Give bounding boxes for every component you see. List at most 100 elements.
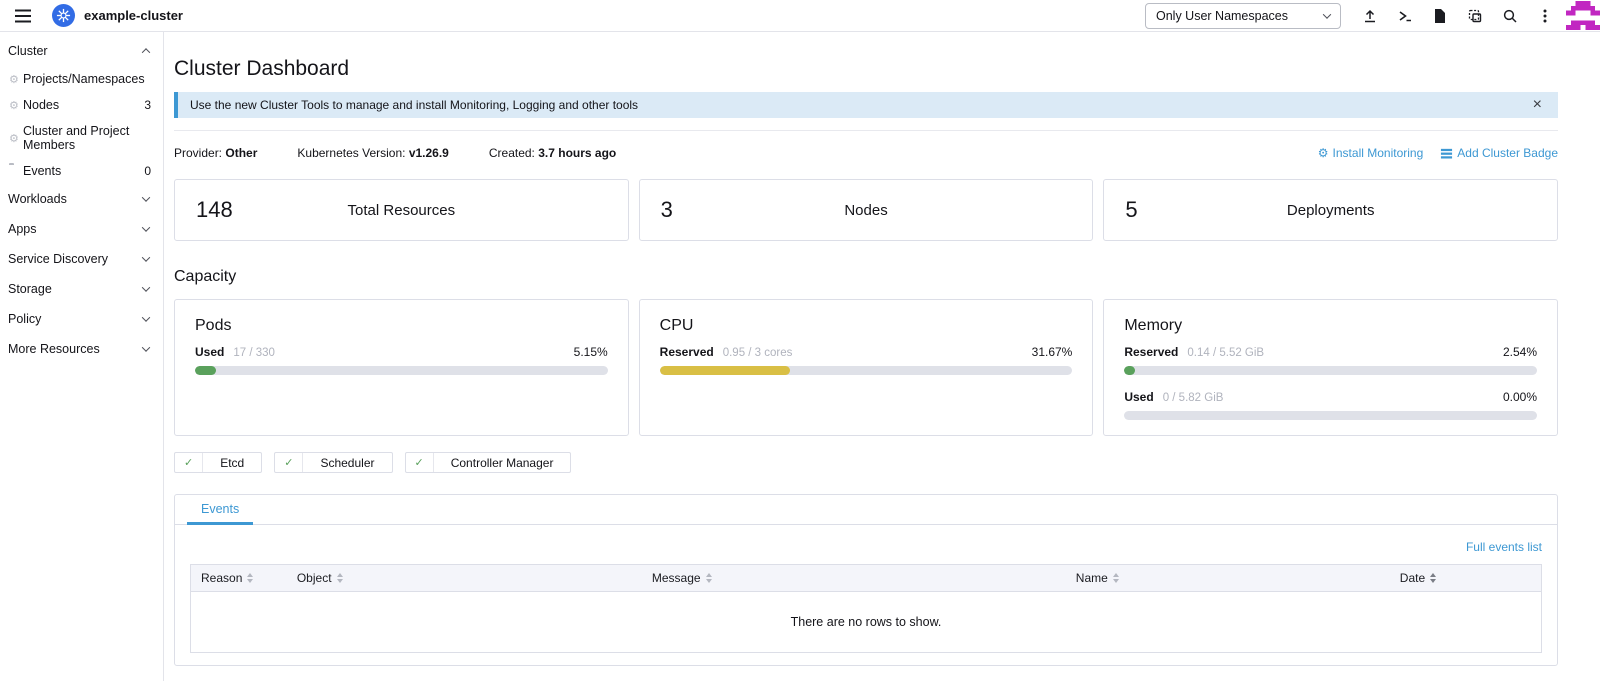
close-icon[interactable]: × bbox=[1533, 97, 1542, 113]
stat-value: 5 bbox=[1125, 197, 1137, 223]
gauge-label-row: Used 0 / 5.82 GiB 0.00% bbox=[1124, 390, 1537, 404]
check-icon: ✓ bbox=[175, 453, 203, 472]
sidebar-group-label: Apps bbox=[8, 222, 37, 236]
tab-events[interactable]: Events bbox=[187, 495, 253, 525]
status-badge-controller-manager: ✓ Controller Manager bbox=[405, 452, 572, 473]
hamburger-menu-icon[interactable] bbox=[10, 3, 36, 29]
sidebar-group-more-resources[interactable]: More Resources bbox=[0, 334, 163, 364]
events-table-header: Reason Object Message Name bbox=[191, 565, 1541, 592]
gauge-label-row: Reserved 0.14 / 5.52 GiB 2.54% bbox=[1124, 345, 1537, 359]
add-cluster-badge-link[interactable]: Add Cluster Badge bbox=[1440, 146, 1558, 160]
status-badge-scheduler: ✓ Scheduler bbox=[274, 452, 392, 473]
column-header-name[interactable]: Name bbox=[1066, 571, 1390, 585]
sort-icon bbox=[706, 573, 712, 583]
divider bbox=[174, 130, 1558, 131]
header-right: Only User Namespaces bbox=[1145, 0, 1600, 31]
events-panel-body: Full events list Reason Object Message bbox=[175, 539, 1557, 653]
stat-label: Total Resources bbox=[175, 202, 628, 219]
sidebar: Cluster ⚙ Projects/Namespaces ⚙ Nodes 3 … bbox=[0, 32, 164, 681]
top-header: example-cluster Only User Namespaces bbox=[0, 0, 1600, 32]
capacity-card-pods: Pods Used 17 / 330 5.15% bbox=[174, 299, 629, 436]
stat-label: Deployments bbox=[1104, 202, 1557, 219]
chevron-down-icon bbox=[142, 313, 150, 321]
chevron-down-icon bbox=[142, 253, 150, 261]
sidebar-item-count: 3 bbox=[144, 98, 151, 112]
page-title: Cluster Dashboard bbox=[174, 57, 1558, 81]
namespace-filter-dropdown[interactable]: Only User Namespaces bbox=[1145, 3, 1341, 29]
download-kubeconfig-icon[interactable] bbox=[1427, 3, 1453, 29]
search-icon[interactable] bbox=[1497, 3, 1523, 29]
created-meta: Created: 3.7 hours ago bbox=[489, 146, 616, 160]
gear-icon: ⚙ bbox=[1318, 147, 1329, 159]
full-events-list-link[interactable]: Full events list bbox=[1466, 540, 1542, 554]
chevron-down-icon bbox=[142, 343, 150, 351]
sidebar-group-label: Service Discovery bbox=[8, 252, 108, 266]
gear-icon: ⚙ bbox=[9, 100, 23, 111]
memory-used-bar bbox=[1124, 411, 1537, 420]
sidebar-group-storage[interactable]: Storage bbox=[0, 274, 163, 304]
capacity-card-title: Pods bbox=[195, 317, 608, 335]
badge-icon bbox=[1440, 147, 1453, 160]
copy-kubeconfig-icon[interactable] bbox=[1462, 3, 1488, 29]
namespace-filter-value: Only User Namespaces bbox=[1156, 9, 1288, 23]
check-icon: ✓ bbox=[275, 453, 303, 472]
capacity-row: Pods Used 17 / 330 5.15% CPU Reserved 0.… bbox=[174, 299, 1558, 436]
memory-reserved-bar bbox=[1124, 366, 1537, 375]
header-icon-group bbox=[1357, 3, 1558, 29]
cpu-reserved-bar bbox=[660, 366, 1073, 375]
sidebar-item-label: Events bbox=[23, 164, 61, 178]
cluster-name: example-cluster bbox=[84, 8, 183, 23]
capacity-heading: Capacity bbox=[174, 268, 1558, 286]
column-header-reason[interactable]: Reason bbox=[191, 571, 287, 585]
sidebar-item-cluster-project-members[interactable]: ⚙ Cluster and Project Members bbox=[0, 118, 163, 158]
sidebar-group-policy[interactable]: Policy bbox=[0, 304, 163, 334]
sidebar-item-nodes[interactable]: ⚙ Nodes 3 bbox=[0, 92, 163, 118]
sidebar-group-label: Cluster bbox=[8, 44, 48, 58]
stat-card-nodes: Nodes 3 bbox=[639, 179, 1094, 241]
capacity-card-title: Memory bbox=[1124, 317, 1537, 335]
import-yaml-icon[interactable] bbox=[1357, 3, 1383, 29]
stat-value: 148 bbox=[196, 197, 233, 223]
sidebar-group-label: Storage bbox=[8, 282, 52, 296]
sidebar-group-service-discovery[interactable]: Service Discovery bbox=[0, 244, 163, 274]
kebab-menu-icon[interactable] bbox=[1532, 3, 1558, 29]
folder-icon bbox=[9, 166, 23, 177]
provider-meta: Provider: Other bbox=[174, 146, 257, 160]
stat-card-total-resources: Total Resources 148 bbox=[174, 179, 629, 241]
tab-bar: Events bbox=[175, 495, 1557, 525]
sidebar-item-projects-namespaces[interactable]: ⚙ Projects/Namespaces bbox=[0, 66, 163, 92]
column-header-object[interactable]: Object bbox=[287, 571, 642, 585]
chevron-down-icon bbox=[142, 283, 150, 291]
sidebar-group-label: Workloads bbox=[8, 192, 67, 206]
sidebar-group-label: Policy bbox=[8, 312, 41, 326]
sidebar-group-label: More Resources bbox=[8, 342, 100, 356]
events-table: Reason Object Message Name bbox=[190, 564, 1542, 653]
column-header-message[interactable]: Message bbox=[642, 571, 1066, 585]
stat-card-deployments: Deployments 5 bbox=[1103, 179, 1558, 241]
sort-icon bbox=[337, 573, 343, 583]
chevron-down-icon bbox=[142, 193, 150, 201]
stat-label: Nodes bbox=[640, 202, 1093, 219]
install-monitoring-link[interactable]: ⚙ Install Monitoring bbox=[1318, 146, 1423, 160]
cluster-meta-row: Provider: Other Kubernetes Version: v1.2… bbox=[174, 146, 1558, 160]
sidebar-item-count: 0 bbox=[144, 164, 151, 178]
cluster-tools-banner: Use the new Cluster Tools to manage and … bbox=[174, 92, 1558, 118]
sidebar-item-events[interactable]: Events 0 bbox=[0, 158, 163, 184]
sidebar-item-label: Nodes bbox=[23, 98, 59, 112]
column-header-date[interactable]: Date bbox=[1390, 571, 1541, 585]
sort-icon bbox=[1113, 573, 1119, 583]
sidebar-group-cluster[interactable]: Cluster bbox=[0, 36, 163, 66]
stats-row: Total Resources 148 Nodes 3 Deployments … bbox=[174, 179, 1558, 241]
sort-icon bbox=[247, 573, 253, 583]
sidebar-group-apps[interactable]: Apps bbox=[0, 214, 163, 244]
kubernetes-logo-icon[interactable] bbox=[52, 4, 75, 27]
capacity-card-cpu: CPU Reserved 0.95 / 3 cores 31.67% bbox=[639, 299, 1094, 436]
main-content: Cluster Dashboard Use the new Cluster To… bbox=[164, 32, 1600, 681]
sidebar-group-workloads[interactable]: Workloads bbox=[0, 184, 163, 214]
check-icon: ✓ bbox=[406, 453, 434, 472]
chevron-up-icon bbox=[142, 48, 150, 56]
sidebar-item-label: Cluster and Project Members bbox=[23, 124, 151, 152]
kubectl-shell-icon[interactable] bbox=[1392, 3, 1418, 29]
stat-value: 3 bbox=[661, 197, 673, 223]
user-avatar[interactable] bbox=[1566, 0, 1600, 31]
